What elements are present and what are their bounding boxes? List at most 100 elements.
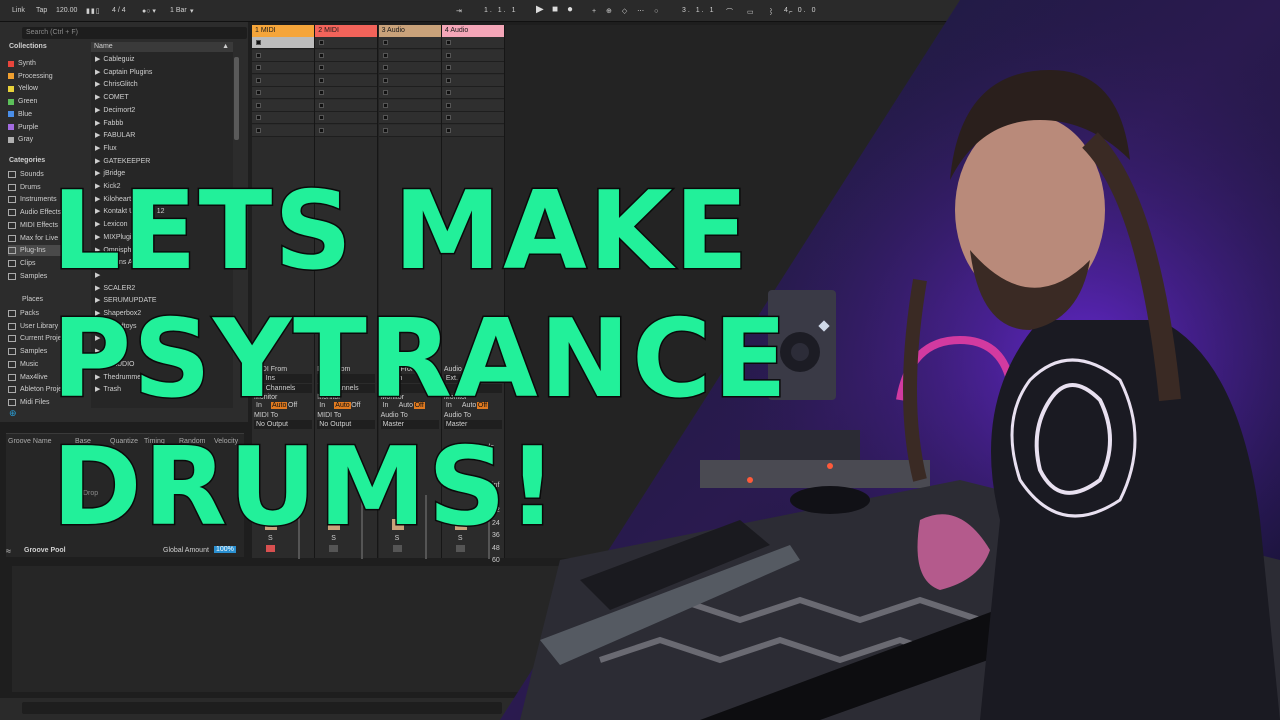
clip-stop-icon[interactable]: [319, 102, 325, 108]
clip-stop-icon[interactable]: [256, 40, 261, 45]
collection-item[interactable]: Yellow: [8, 83, 38, 94]
record-icon[interactable]: ●: [567, 4, 573, 15]
clip-slot[interactable]: [252, 124, 314, 137]
clip-stop-icon[interactable]: [445, 127, 451, 133]
clip-stop-icon[interactable]: [319, 65, 325, 70]
browser-list-item[interactable]: ▶ Flux: [95, 144, 117, 155]
clip-stop-icon[interactable]: [445, 115, 451, 120]
clip-stop-icon[interactable]: [256, 102, 261, 108]
place-item[interactable]: Music: [8, 359, 38, 370]
clip-slot[interactable]: [378, 99, 441, 112]
metronome-toggle-icon[interactable]: ●○ ▾: [142, 7, 156, 15]
add-folder-icon[interactable]: ⊕: [9, 408, 17, 419]
clip-slot[interactable]: [441, 99, 504, 112]
clip-stop-icon[interactable]: [445, 90, 451, 95]
clip-stop-icon[interactable]: [256, 77, 261, 83]
clip-slot[interactable]: [315, 124, 378, 137]
expand-arrow-icon[interactable]: ▶: [95, 120, 100, 127]
groove-column-header[interactable]: Groove Name: [8, 438, 52, 445]
category-item[interactable]: Instruments: [8, 194, 57, 205]
clip-slot[interactable]: [252, 87, 314, 99]
clip-stop-icon[interactable]: [382, 102, 388, 108]
clip-stop-icon[interactable]: [382, 90, 388, 95]
clip-stop-icon[interactable]: [256, 115, 261, 120]
clip-stop-icon[interactable]: [445, 102, 451, 108]
place-item[interactable]: Midi Files: [8, 397, 50, 408]
clip-slot[interactable]: [441, 87, 504, 99]
clip-stop-icon[interactable]: [382, 127, 388, 133]
clip-slot[interactable]: [315, 49, 378, 62]
browser-list-item[interactable]: ▶ Cableguiz: [95, 55, 135, 66]
drop-files-area[interactable]: Drop Files and Devices Here: [992, 108, 1081, 115]
browser-list-item[interactable]: ▶ COMET: [95, 93, 129, 104]
clip-slot[interactable]: [378, 49, 441, 62]
loop-start-field[interactable]: 3. 1. 1: [682, 7, 715, 14]
clip-stop-icon[interactable]: [445, 77, 451, 83]
category-item[interactable]: Drums: [8, 182, 41, 193]
tap-button[interactable]: Tap: [36, 7, 47, 14]
collection-item[interactable]: Blue: [8, 109, 32, 120]
clip-stop-icon[interactable]: [319, 52, 325, 58]
browser-list-item[interactable]: ▶ Decimort2: [95, 106, 135, 117]
clip-stop-icon[interactable]: [319, 90, 325, 95]
clip-slot[interactable]: [315, 37, 378, 49]
metronome-icon[interactable]: ▮▮▯: [86, 7, 101, 15]
category-item[interactable]: Clips: [8, 258, 36, 269]
clip-stop-icon[interactable]: [319, 40, 325, 45]
category-item[interactable]: Sounds: [8, 169, 44, 180]
expand-arrow-icon[interactable]: ▶: [95, 107, 100, 114]
clip-stop-icon[interactable]: [382, 77, 388, 83]
expand-arrow-icon[interactable]: ▶: [95, 81, 100, 88]
place-item[interactable]: Max4live: [8, 372, 48, 383]
clip-slot[interactable]: [252, 112, 314, 124]
browser-list-item[interactable]: ▶ Captain Plugins: [95, 68, 152, 79]
quantize-select[interactable]: 1 Bar: [170, 7, 187, 14]
track-header[interactable]: 1 MIDI: [252, 25, 314, 37]
clip-slot[interactable]: [378, 112, 441, 124]
stop-icon[interactable]: ■: [552, 4, 558, 15]
clip-slot[interactable]: [378, 37, 441, 49]
clip-slot[interactable]: [252, 74, 314, 87]
clip-slot[interactable]: [315, 87, 378, 99]
category-item[interactable]: Samples: [8, 271, 47, 282]
expand-arrow-icon[interactable]: ▶: [95, 158, 100, 165]
play-icon[interactable]: ▶: [536, 4, 544, 15]
track-header[interactable]: 2 MIDI: [315, 25, 378, 37]
sort-icon[interactable]: ▲: [222, 43, 229, 50]
collection-item[interactable]: Processing: [8, 71, 53, 82]
clip-stop-icon[interactable]: [256, 127, 261, 133]
chevron-down-icon[interactable]: ▾: [190, 7, 194, 15]
collection-item[interactable]: Synth: [8, 58, 36, 69]
clip-slot[interactable]: [315, 112, 378, 124]
name-column-header[interactable]: Name ▲: [91, 42, 233, 52]
expand-arrow-icon[interactable]: ▶: [95, 69, 100, 76]
clip-slot[interactable]: [378, 124, 441, 137]
track-header[interactable]: 4 Audio: [441, 25, 504, 37]
browser-scrollbar[interactable]: [234, 57, 239, 140]
browser-list-item[interactable]: ▶ ChrisGlitch: [95, 80, 138, 91]
clip-slot[interactable]: [378, 62, 441, 74]
collection-item[interactable]: Purple: [8, 122, 38, 133]
clip-slot[interactable]: [315, 62, 378, 74]
browser-list-item[interactable]: ▶ Fabbb: [95, 119, 123, 130]
place-item[interactable]: User Library: [8, 321, 58, 332]
clip-stop-icon[interactable]: [319, 127, 325, 133]
time-signature[interactable]: 4 / 4: [112, 7, 126, 14]
collection-item[interactable]: Green: [8, 96, 37, 107]
category-item[interactable]: MIDI Effects: [8, 220, 58, 231]
clip-slot[interactable]: [252, 99, 314, 112]
clip-slot[interactable]: [252, 62, 314, 74]
clip-slot[interactable]: [252, 37, 314, 49]
search-input[interactable]: Search (Ctrl + F): [22, 27, 247, 39]
place-item[interactable]: Packs: [8, 308, 39, 319]
loop-length-field[interactable]: 4. 0. 0: [784, 7, 817, 14]
clip-stop-icon[interactable]: [445, 40, 451, 45]
clip-slot[interactable]: [378, 87, 441, 99]
expand-arrow-icon[interactable]: ▶: [95, 94, 100, 101]
groove-icon[interactable]: ≈: [6, 546, 11, 556]
place-item[interactable]: Samples: [8, 346, 47, 357]
track-header[interactable]: 3 Audio: [378, 25, 441, 37]
clip-slot[interactable]: [378, 74, 441, 87]
clip-stop-icon[interactable]: [256, 52, 261, 58]
expand-arrow-icon[interactable]: ▶: [95, 145, 100, 152]
